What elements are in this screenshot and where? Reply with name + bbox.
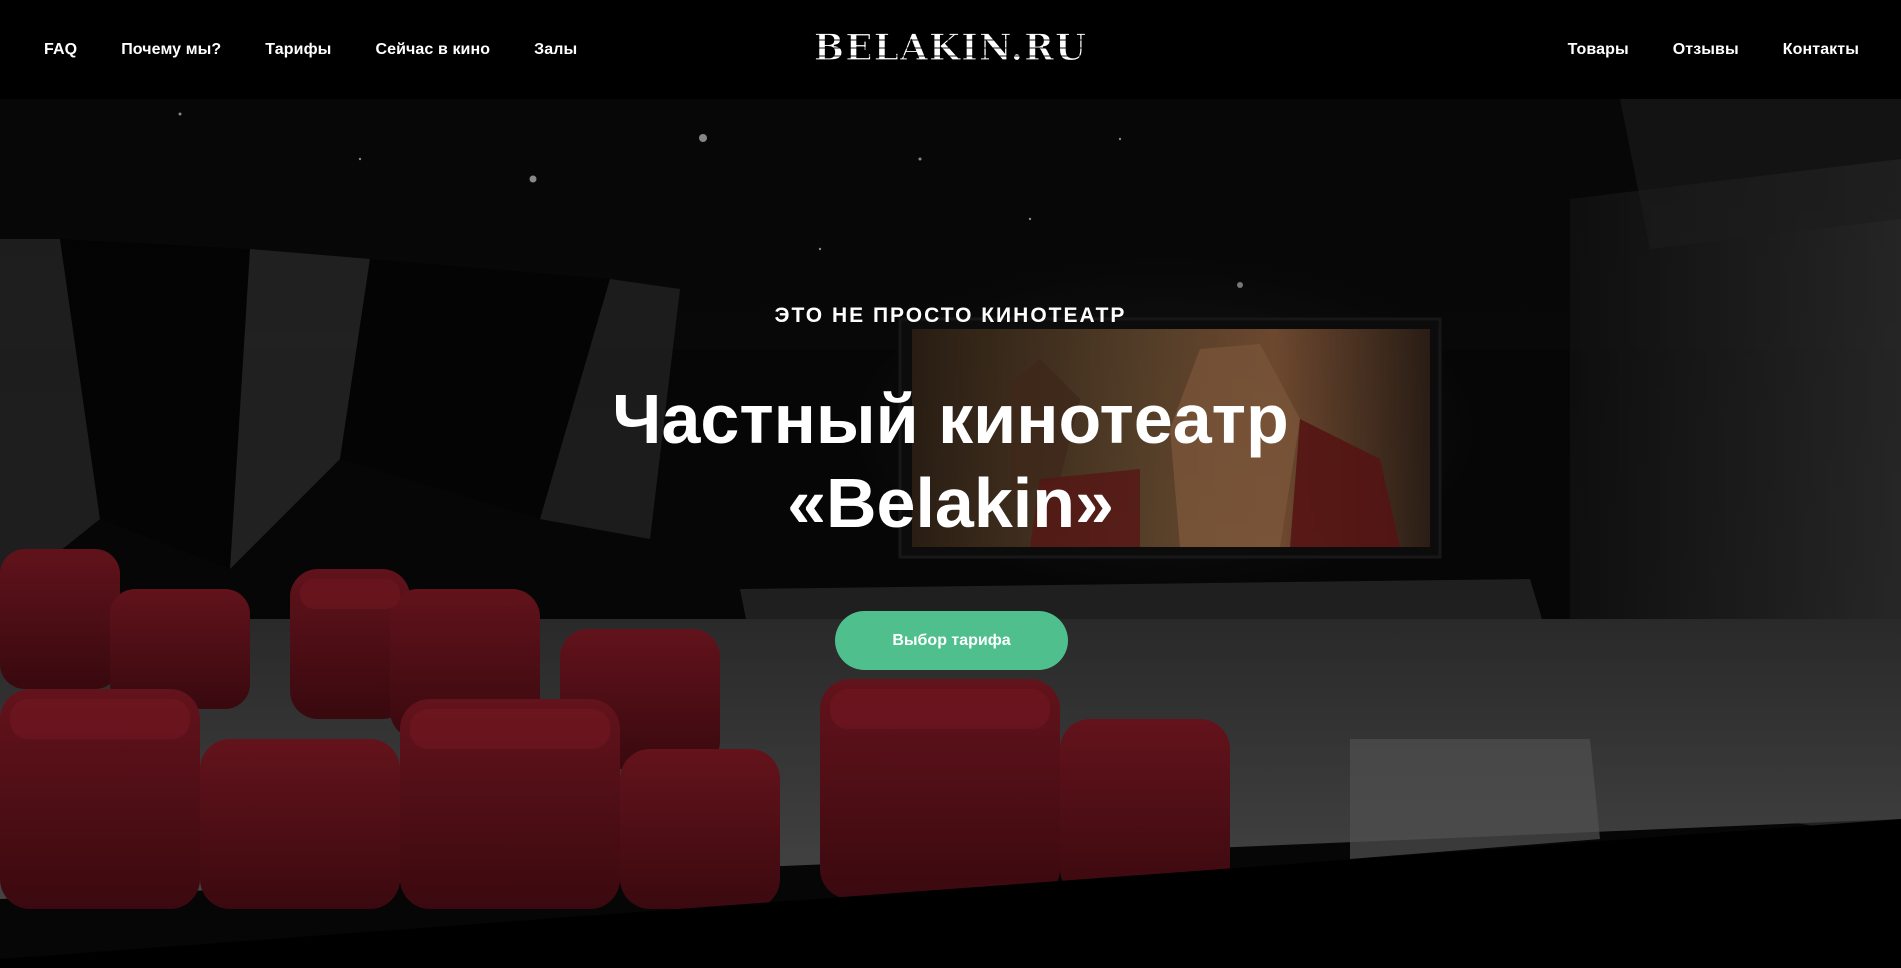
hero-section: ЭТО НЕ ПРОСТО КИНОТЕАТР Частный кинотеат… — [0, 99, 1901, 968]
nav-left: FAQ Почему мы? Тарифы Сейчас в кино Залы — [44, 0, 621, 99]
top-navigation-bar: FAQ Почему мы? Тарифы Сейчас в кино Залы… — [0, 0, 1901, 99]
nav-link-halls[interactable]: Залы — [534, 41, 577, 59]
hero-title-line-1: Частный кинотеатр — [612, 380, 1289, 458]
nav-link-tariffs[interactable]: Тарифы — [265, 41, 331, 59]
nav-link-why-us[interactable]: Почему мы? — [121, 41, 221, 59]
nav-link-reviews[interactable]: Отзывы — [1673, 41, 1739, 59]
site-logo[interactable]: BELAKIN.RU — [794, 27, 1107, 69]
nav-link-goods[interactable]: Товары — [1568, 41, 1629, 59]
hero-title: Частный кинотеатр «Belakin» — [450, 377, 1451, 545]
hero-eyebrow: ЭТО НЕ ПРОСТО КИНОТЕАТР — [774, 304, 1127, 327]
logo-wordmark: BELAKIN.RU — [794, 27, 1107, 69]
nav-link-contacts[interactable]: Контакты — [1783, 41, 1859, 59]
hero-title-line-2: «Belakin» — [787, 464, 1114, 542]
nav-right: Товары Отзывы Контакты — [1524, 0, 1859, 99]
choose-tariff-button[interactable]: Выбор тарифа — [835, 611, 1068, 670]
nav-link-faq[interactable]: FAQ — [44, 41, 77, 59]
page: FAQ Почему мы? Тарифы Сейчас в кино Залы… — [0, 0, 1901, 968]
nav-link-now-showing[interactable]: Сейчас в кино — [375, 41, 490, 59]
